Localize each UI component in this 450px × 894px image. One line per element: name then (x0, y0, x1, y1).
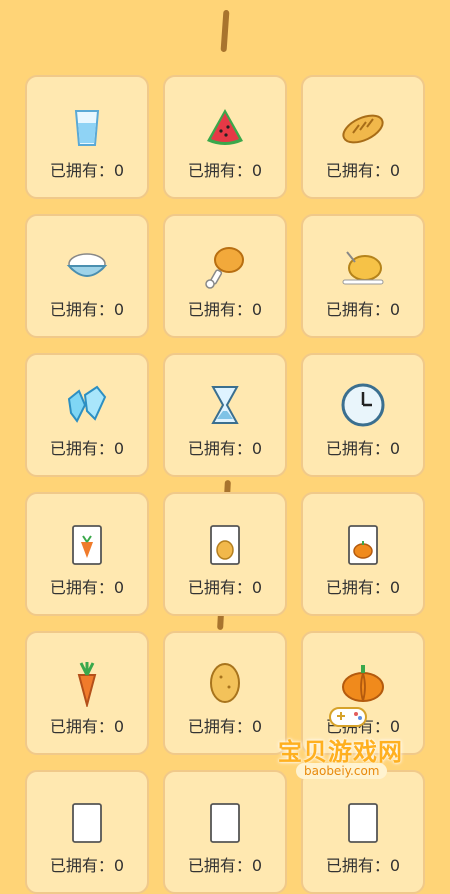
owned-count: 已拥有：0 (325, 439, 401, 458)
potato-icon (201, 659, 249, 707)
owned-count: 已拥有：0 (187, 578, 263, 597)
owned-count: 已拥有：0 (325, 300, 401, 319)
item-card[interactable]: 已拥有：0 (25, 631, 149, 755)
item-card[interactable]: 已拥有：0 (301, 75, 425, 199)
vine-decoration (220, 9, 230, 53)
item-card[interactable]: 已拥有：0 (301, 492, 425, 616)
watermark-url: baobeiy.com (296, 763, 388, 779)
ice-crystal-icon (63, 381, 111, 429)
item-card[interactable]: 已拥有：0 (163, 492, 287, 616)
item-card[interactable]: 已拥有：0 (163, 353, 287, 477)
item-card[interactable]: 已拥有：0 (301, 353, 425, 477)
clock-icon (339, 381, 387, 429)
watermark-title: 宝贝游戏网 (278, 738, 403, 766)
item-card[interactable]: 已拥有：0 (25, 492, 149, 616)
owned-count: 已拥有：0 (187, 439, 263, 458)
item-card[interactable]: 已拥有：0 (25, 75, 149, 199)
owned-count: 已拥有：0 (49, 578, 125, 597)
owned-count: 已拥有：0 (325, 578, 401, 597)
owned-count: 已拥有：0 (49, 717, 125, 736)
owned-count: 已拥有：0 (49, 300, 125, 319)
hourglass-icon (201, 381, 249, 429)
item-card[interactable]: 已拥有：0 (163, 75, 287, 199)
item-card[interactable]: 已拥有：0 (25, 214, 149, 338)
bread-icon (339, 103, 387, 151)
item-card[interactable]: 已拥有：0 (25, 770, 149, 894)
watermelon-icon (201, 103, 249, 151)
item-card[interactable]: 已拥有：0 (301, 214, 425, 338)
owned-count: 已拥有：0 (325, 856, 401, 875)
potato-seed-packet-icon (201, 520, 249, 568)
owned-count: 已拥有：0 (187, 161, 263, 180)
gamepad-icon (328, 702, 368, 734)
owned-count: 已拥有：0 (325, 161, 401, 180)
carrot-icon (63, 659, 111, 707)
seed-packet-icon (63, 798, 111, 846)
pumpkin-icon (339, 659, 387, 707)
pumpkin-seed-packet-icon (339, 520, 387, 568)
seed-packet-icon (201, 798, 249, 846)
owned-count: 已拥有：0 (49, 856, 125, 875)
owned-count: 已拥有：0 (49, 161, 125, 180)
water-glass-icon (63, 103, 111, 151)
roast-chicken-icon (339, 242, 387, 290)
item-card[interactable]: 已拥有：0 (25, 353, 149, 477)
owned-count: 已拥有：0 (187, 300, 263, 319)
seed-packet-icon (339, 798, 387, 846)
owned-count: 已拥有：0 (187, 717, 263, 736)
item-card[interactable]: 已拥有：0 (163, 214, 287, 338)
watermark: 宝贝游戏网 baobeiy.com (268, 702, 428, 792)
owned-count: 已拥有：0 (49, 439, 125, 458)
chicken-leg-icon (201, 242, 249, 290)
rice-bowl-icon (63, 242, 111, 290)
owned-count: 已拥有：0 (187, 856, 263, 875)
carrot-seed-packet-icon (63, 520, 111, 568)
